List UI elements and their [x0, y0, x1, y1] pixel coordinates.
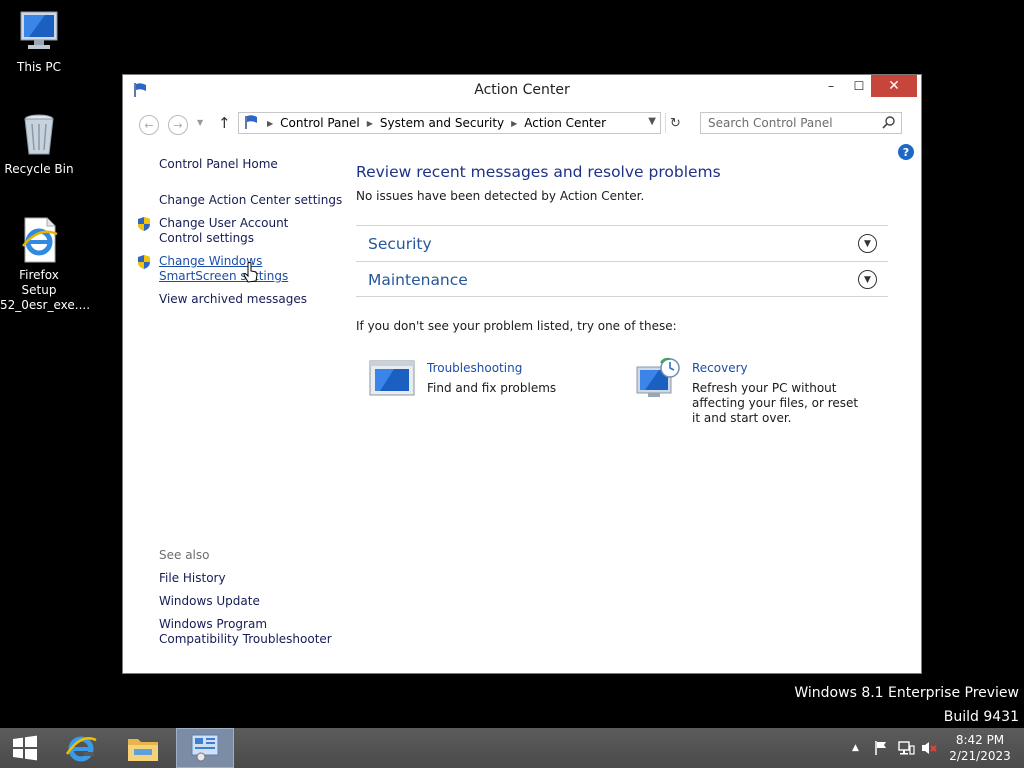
recent-locations-chevron-icon[interactable]: ▼ [197, 118, 203, 127]
title-bar[interactable]: Action Center – ☐ ✕ [123, 75, 921, 105]
help-button[interactable]: ? [898, 144, 914, 160]
compatibility-troubleshooter-link[interactable]: Windows Program Compatibility Troublesho… [159, 617, 334, 647]
troubleshooting-icon[interactable] [368, 357, 416, 399]
breadcrumb-separator-icon[interactable]: ▶ [367, 119, 373, 128]
chevron-down-icon[interactable]: ▼ [858, 234, 877, 253]
windows-logo-icon [13, 735, 37, 761]
internet-explorer-icon [65, 736, 97, 762]
folder-icon [128, 739, 158, 761]
windows-update-link[interactable]: Windows Update [159, 594, 260, 609]
try-these-text: If you don't see your problem listed, tr… [356, 319, 677, 333]
page-title: Review recent messages and resolve probl… [356, 163, 721, 181]
windows-version-watermark: Windows 8.1 Enterprise Preview [794, 685, 1019, 701]
build-number-watermark: Build 9431 [943, 709, 1019, 725]
refresh-button[interactable]: ↻ [665, 113, 685, 133]
taskbar-control-panel[interactable] [176, 728, 234, 768]
minimize-button[interactable]: – [817, 75, 845, 97]
search-box[interactable] [700, 112, 902, 134]
up-arrow-icon[interactable]: ↑ [218, 114, 231, 132]
address-flag-icon [244, 114, 260, 132]
search-input[interactable] [708, 116, 873, 130]
uac-shield-icon [136, 216, 152, 235]
arrow-right-icon: → [173, 118, 183, 132]
desktop-icon-this-pc[interactable]: This PC [0, 8, 78, 75]
maintenance-section-label[interactable]: Maintenance [368, 271, 468, 289]
desktop-icon-label: Firefox Setup 52_0esr_exe.... [0, 268, 91, 312]
control-panel-icon [191, 734, 219, 762]
recycle-bin-icon [15, 110, 63, 158]
recovery-icon[interactable] [633, 357, 681, 399]
status-message: No issues have been detected by Action C… [356, 189, 645, 203]
computer-icon [15, 8, 63, 56]
desktop-icon-firefox-setup[interactable]: Firefox Setup 52_0esr_exe.... [0, 216, 91, 313]
taskbar-internet-explorer[interactable] [52, 728, 110, 768]
taskbar-file-explorer[interactable] [114, 728, 172, 768]
breadcrumb-separator-icon[interactable]: ▶ [511, 119, 517, 128]
desktop-icon-label: Recycle Bin [4, 162, 74, 176]
volume-muted-icon[interactable] [921, 728, 939, 768]
chevron-down-icon[interactable]: ▼ [858, 270, 877, 289]
recovery-description: Refresh your PC without affecting your f… [692, 381, 859, 425]
breadcrumb-action-center[interactable]: Action Center [524, 116, 606, 130]
maximize-button[interactable]: ☐ [845, 75, 873, 97]
arrow-left-icon: ← [144, 118, 154, 132]
clock-date: 2/21/2023 [949, 749, 1011, 763]
ie-file-icon [15, 216, 63, 264]
security-section[interactable]: Security ▼ [356, 225, 888, 261]
desktop-icon-label: This PC [17, 60, 61, 74]
change-action-center-settings-link[interactable]: Change Action Center settings [159, 193, 342, 208]
window-title: Action Center [474, 82, 570, 98]
address-dropdown-icon[interactable]: ▼ [648, 116, 656, 127]
navigation-bar: ← → ▼ ↑ ▶ Control Panel ▶ System and Sec… [123, 105, 921, 141]
troubleshooting-link[interactable]: Troubleshooting [427, 361, 522, 375]
back-button[interactable]: ← [139, 115, 159, 135]
troubleshooting-description: Find and fix problems [427, 381, 557, 395]
refresh-icon: ↻ [670, 115, 681, 131]
start-button[interactable] [0, 728, 50, 768]
see-also-heading: See also [159, 548, 210, 562]
close-button[interactable]: ✕ [871, 75, 917, 97]
action-center-tray-flag-icon[interactable] [873, 728, 889, 768]
control-panel-home-link[interactable]: Control Panel Home [159, 157, 278, 172]
change-uac-settings-link[interactable]: Change User Account Control settings [159, 216, 334, 246]
breadcrumb-separator-icon[interactable]: ▶ [267, 119, 273, 128]
action-center-window: Action Center – ☐ ✕ ← → ▼ ↑ ▶ Control Pa… [122, 74, 922, 674]
clock-time: 8:42 PM [955, 733, 1005, 747]
breadcrumb-control-panel[interactable]: Control Panel [280, 116, 360, 130]
search-icon[interactable] [882, 116, 895, 132]
hand-cursor-icon [243, 262, 258, 283]
address-bar[interactable]: ▶ Control Panel ▶ System and Security ▶ … [238, 112, 661, 134]
taskbar: ▲ 8:42 PM 2/21/2023 [0, 728, 1024, 768]
uac-shield-icon [136, 254, 152, 273]
system-clock[interactable]: 8:42 PM 2/21/2023 [946, 732, 1014, 764]
file-history-link[interactable]: File History [159, 571, 226, 586]
security-section-label[interactable]: Security [368, 235, 432, 253]
forward-button[interactable]: → [168, 115, 188, 135]
view-archived-messages-link[interactable]: View archived messages [159, 292, 307, 307]
maintenance-section[interactable]: Maintenance ▼ [356, 261, 888, 297]
show-hidden-icons-icon[interactable]: ▲ [852, 728, 859, 768]
recovery-link[interactable]: Recovery [692, 361, 748, 375]
network-icon[interactable] [897, 728, 915, 768]
breadcrumb-system-and-security[interactable]: System and Security [380, 116, 504, 130]
desktop-icon-recycle-bin[interactable]: Recycle Bin [0, 110, 78, 177]
